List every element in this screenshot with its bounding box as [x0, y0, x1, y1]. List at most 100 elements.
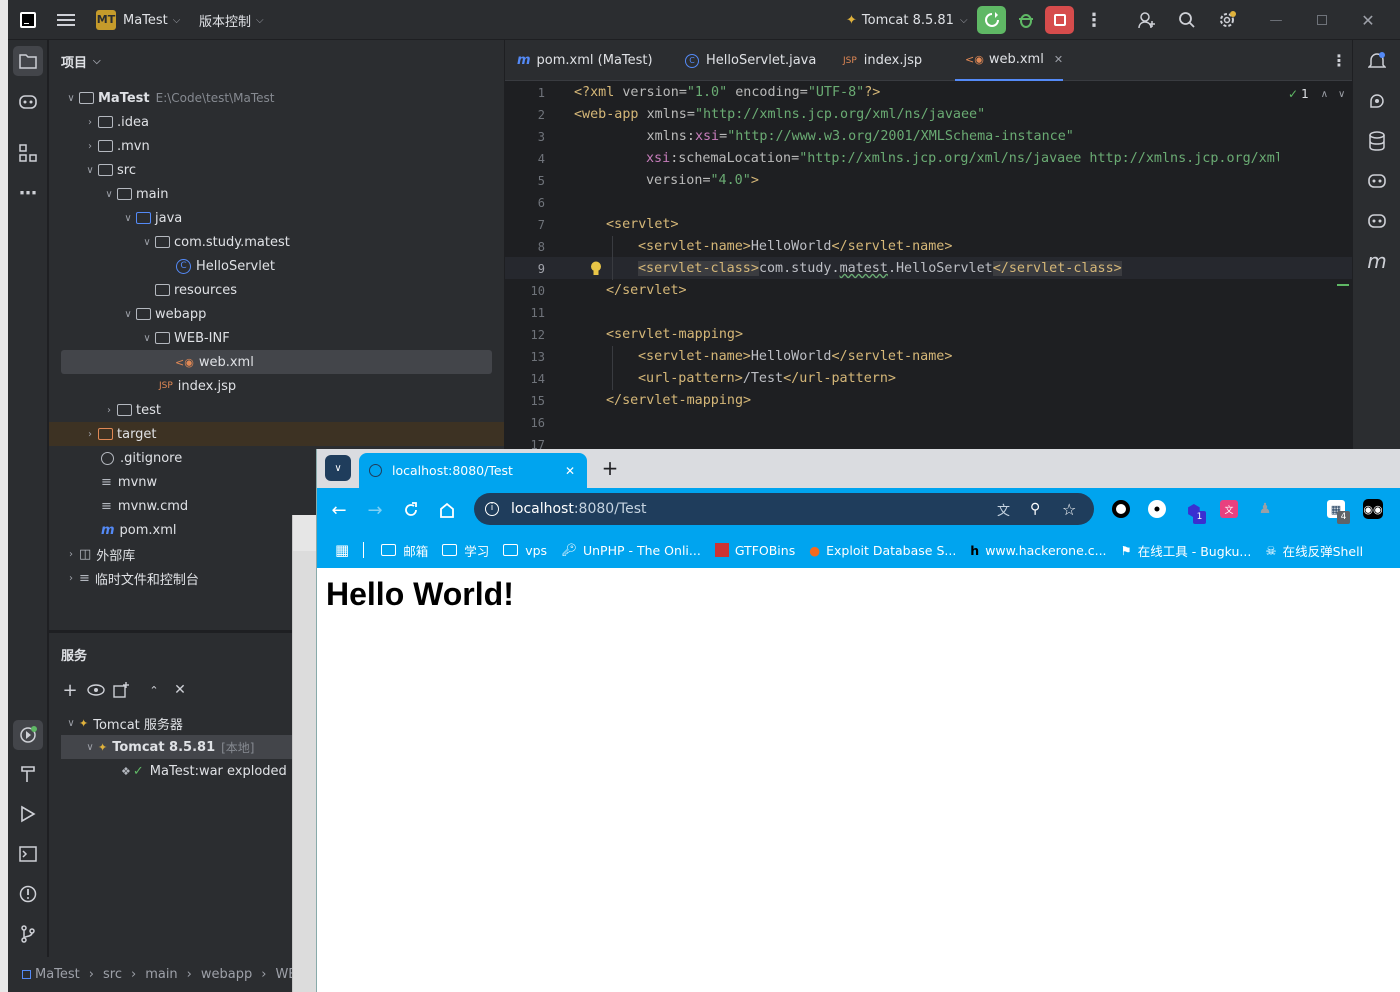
close-tab-icon[interactable]: ✕: [565, 464, 575, 478]
ai-assistant-icon[interactable]: [1365, 90, 1389, 112]
inspection-widget[interactable]: ✓ 1 ∧ ∨: [1288, 87, 1345, 101]
services-panel-title: 服务: [61, 649, 88, 664]
bookmark-hackerone[interactable]: h www.hackerone.c...: [970, 543, 1106, 558]
close-icon[interactable]: ✕: [1358, 10, 1378, 30]
tree-item-mvn[interactable]: › .mvn: [49, 134, 504, 158]
tab-pom-xml[interactable]: m pom.xml (MaTest): [517, 40, 653, 81]
tab-helloservlet-java[interactable]: C HelloServlet.java: [685, 40, 816, 81]
new-group-icon[interactable]: [112, 681, 130, 699]
tree-item-resources[interactable]: resources: [49, 278, 504, 302]
problems-icon[interactable]: [16, 883, 40, 905]
bookmark-mail[interactable]: 邮箱: [381, 541, 428, 560]
add-icon[interactable]: +: [61, 680, 79, 701]
tree-item-src[interactable]: ∨ src: [49, 158, 504, 182]
code-token: "1.0": [686, 85, 728, 100]
copilot-chat-icon[interactable]: [1365, 170, 1389, 192]
maven-tool-icon[interactable]: m: [1365, 249, 1389, 273]
bookmark-exploitdb[interactable]: ● Exploit Database S...: [809, 543, 956, 558]
tree-item-java[interactable]: ∨ java: [49, 206, 504, 230]
extension-privacy-icon[interactable]: ⚫: [1148, 500, 1166, 518]
back-icon[interactable]: ←: [329, 500, 349, 521]
apps-grid-icon[interactable]: ▦: [335, 541, 349, 559]
services-tool-icon[interactable]: [13, 720, 43, 750]
zoom-icon[interactable]: ⚲: [1030, 501, 1040, 517]
bookmark-reverse-shell[interactable]: ☠ 在线反弹Shell: [1265, 541, 1363, 560]
run-config-selector[interactable]: ✦ Tomcat 8.5.81 ⌵: [846, 0, 968, 40]
breadcrumb-item[interactable]: MaTest: [35, 967, 80, 982]
maximize-icon[interactable]: [1312, 10, 1332, 30]
breadcrumb-item[interactable]: src: [103, 967, 122, 982]
code-token: </url-pattern>: [783, 371, 896, 386]
reload-icon[interactable]: [401, 500, 421, 520]
build-hammer-icon[interactable]: [16, 763, 40, 785]
close-tab-icon[interactable]: ✕: [1054, 53, 1063, 66]
home-icon[interactable]: [437, 500, 457, 520]
tree-item-web-inf[interactable]: ∨ WEB-INF: [49, 326, 504, 350]
bookmark-vps[interactable]: vps: [503, 543, 547, 558]
bookmark-study[interactable]: 学习: [442, 541, 489, 560]
tab-search-icon[interactable]: ∨: [325, 455, 351, 481]
app-logo-icon: [20, 12, 36, 28]
new-tab-icon[interactable]: +: [597, 455, 623, 481]
chevron-down-icon[interactable]: ∨: [1338, 89, 1345, 100]
copilot-icon[interactable]: [16, 91, 40, 113]
tree-item-index-jsp[interactable]: JSP index.jsp: [49, 374, 504, 398]
tree-item-main[interactable]: ∨ main: [49, 182, 504, 206]
bookmark-gtfobins[interactable]: GTFOBins: [714, 543, 795, 558]
database-icon[interactable]: [1365, 130, 1389, 152]
tree-item-target[interactable]: › target: [49, 422, 504, 446]
terminal-icon[interactable]: [16, 843, 40, 865]
run-icon[interactable]: [16, 803, 40, 825]
tree-item-web-xml[interactable]: <◉ web.xml: [61, 350, 492, 374]
stop-button[interactable]: [1045, 6, 1074, 34]
extension-ring-icon[interactable]: [1112, 500, 1130, 518]
copilot-icon[interactable]: [1365, 210, 1389, 232]
tree-item-package[interactable]: ∨ com.study.matest: [49, 230, 504, 254]
extension-user-icon[interactable]: ♟: [1256, 500, 1274, 518]
structure-icon[interactable]: [16, 142, 40, 164]
eye-icon[interactable]: [86, 681, 106, 699]
forward-icon[interactable]: →: [365, 500, 385, 521]
collapse-all-icon[interactable]: ✕: [171, 681, 189, 699]
more-actions-icon[interactable]: ⋮: [1084, 10, 1104, 31]
star-icon[interactable]: ☆: [1062, 500, 1076, 519]
tab-options-icon[interactable]: ⋮: [1330, 50, 1348, 70]
search-icon[interactable]: [1176, 10, 1198, 30]
settings-gear-icon[interactable]: [1216, 10, 1238, 30]
minimize-icon[interactable]: —: [1266, 10, 1286, 30]
rerun-button[interactable]: [977, 6, 1006, 34]
breadcrumb-item[interactable]: main: [145, 967, 177, 982]
tree-item-test[interactable]: › test: [49, 398, 504, 422]
vcs-menu[interactable]: 版本控制 ⌵: [199, 0, 264, 40]
line-number: 8: [537, 240, 545, 254]
main-menu-icon[interactable]: [56, 10, 76, 30]
address-bar[interactable]: i localhost :8080/Test 文 ⚲ ☆: [474, 493, 1094, 525]
debug-icon[interactable]: [1015, 10, 1037, 30]
more-tools-icon[interactable]: ⋯: [16, 182, 40, 204]
browser-tab-active[interactable]: localhost:8080/Test ✕: [359, 453, 587, 488]
tree-item-idea[interactable]: › .idea: [49, 110, 504, 134]
tree-item-matest[interactable]: ∨ MaTest E:\Code\test\MaTest: [49, 86, 504, 110]
tab-web-xml[interactable]: <◉ web.xml ✕: [955, 40, 1063, 81]
add-user-icon[interactable]: [1136, 10, 1158, 30]
tree-item-helloservlet[interactable]: C HelloServlet: [49, 254, 504, 278]
breadcrumb-item[interactable]: webapp: [201, 967, 252, 982]
chevron-up-icon[interactable]: ∧: [1321, 89, 1328, 100]
code-token: xsi: [694, 129, 720, 144]
notifications-icon[interactable]: [1365, 50, 1389, 72]
site-info-icon[interactable]: i: [485, 502, 499, 516]
code-line-2: <web-app xmlns="http://xmlns.jcp.org/xml…: [574, 104, 985, 126]
translate-icon[interactable]: 文: [997, 500, 1010, 519]
extension-translate-icon[interactable]: 文: [1220, 500, 1238, 518]
profile-avatar-icon[interactable]: ◉◉: [1363, 499, 1383, 519]
bookmark-bugku[interactable]: ⚑ 在线工具 - Bugku...: [1121, 541, 1252, 560]
project-switcher[interactable]: MT MaTest ⌵: [96, 0, 180, 40]
expand-all-icon[interactable]: ⌃: [145, 681, 163, 699]
tab-index-jsp[interactable]: JSP index.jsp: [843, 40, 922, 81]
tree-item-webapp[interactable]: ∨ webapp: [49, 302, 504, 326]
project-tool-icon[interactable]: [13, 46, 43, 76]
bookmark-unphp[interactable]: 🔑︎ UnPHP - The Onli...: [561, 542, 701, 558]
jsp-file-icon: JSP: [159, 381, 173, 391]
git-icon[interactable]: [16, 923, 40, 945]
project-panel-header[interactable]: 项目 ⌵: [61, 52, 101, 71]
